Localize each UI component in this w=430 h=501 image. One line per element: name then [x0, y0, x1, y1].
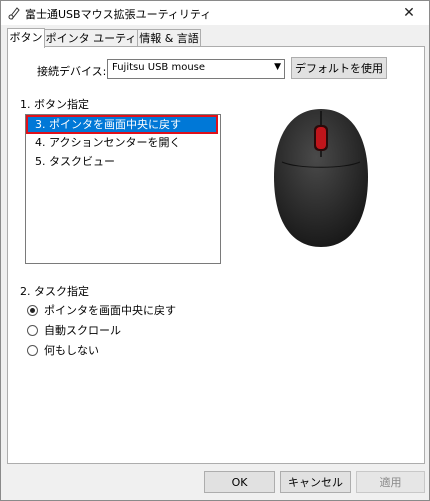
ok-button[interactable]: OK — [204, 471, 275, 493]
radio-label: 何もしない — [44, 344, 99, 357]
radio-label: 自動スクロール — [44, 324, 121, 337]
mouse-app-icon — [8, 7, 20, 20]
close-icon[interactable]: ✕ — [389, 1, 429, 25]
task-assignment-title: 2. タスク指定 — [20, 285, 89, 298]
use-default-button[interactable]: デフォルトを使用 — [291, 57, 387, 79]
mouse-illustration — [274, 109, 368, 247]
list-item[interactable]: 3. ポインタを画面中央に戻す — [26, 115, 218, 134]
apply-button[interactable]: 適用 — [356, 471, 425, 493]
radio-option-auto-scroll[interactable]: 自動スクロール — [27, 322, 121, 338]
radio-option-do-nothing[interactable]: 何もしない — [27, 342, 99, 358]
cancel-button[interactable]: キャンセル — [280, 471, 351, 493]
radio-label: ポインタを画面中央に戻す — [44, 304, 176, 317]
utility-window: 富士通USBマウス拡張ユーティリティ ✕ ボタン ポインタ ユーティリティ 情報… — [0, 0, 430, 501]
device-select-value: Fujitsu USB mouse — [112, 62, 206, 73]
radio-button[interactable] — [27, 304, 38, 316]
chevron-down-icon: ▼ — [274, 62, 281, 72]
title-bar: 富士通USBマウス拡張ユーティリティ ✕ — [1, 1, 429, 25]
list-item[interactable]: 4. アクションセンターを開く — [27, 134, 217, 151]
button-list[interactable]: 3. ポインタを画面中央に戻す 4. アクションセンターを開く 5. タスクビュ… — [25, 114, 221, 264]
radio-button[interactable] — [27, 324, 38, 336]
tab-buttons[interactable]: ボタン — [7, 28, 45, 48]
button-assignment-title: 1. ボタン指定 — [20, 98, 89, 111]
window-title: 富士通USBマウス拡張ユーティリティ — [25, 8, 212, 21]
list-item[interactable]: 5. タスクビュー — [27, 153, 217, 170]
tab-info-language[interactable]: 情報 & 言語 — [137, 29, 201, 47]
tab-pointer-utility[interactable]: ポインタ ユーティリティ — [44, 29, 138, 62]
radio-button[interactable] — [27, 344, 38, 356]
device-select[interactable]: Fujitsu USB mouse ▼ — [107, 59, 285, 79]
device-label: 接続デバイス: — [37, 65, 107, 78]
buttons-tab-panel: 接続デバイス: Fujitsu USB mouse ▼ デフォルトを使用 1. … — [7, 46, 425, 464]
radio-option-center-pointer[interactable]: ポインタを画面中央に戻す — [27, 302, 176, 318]
